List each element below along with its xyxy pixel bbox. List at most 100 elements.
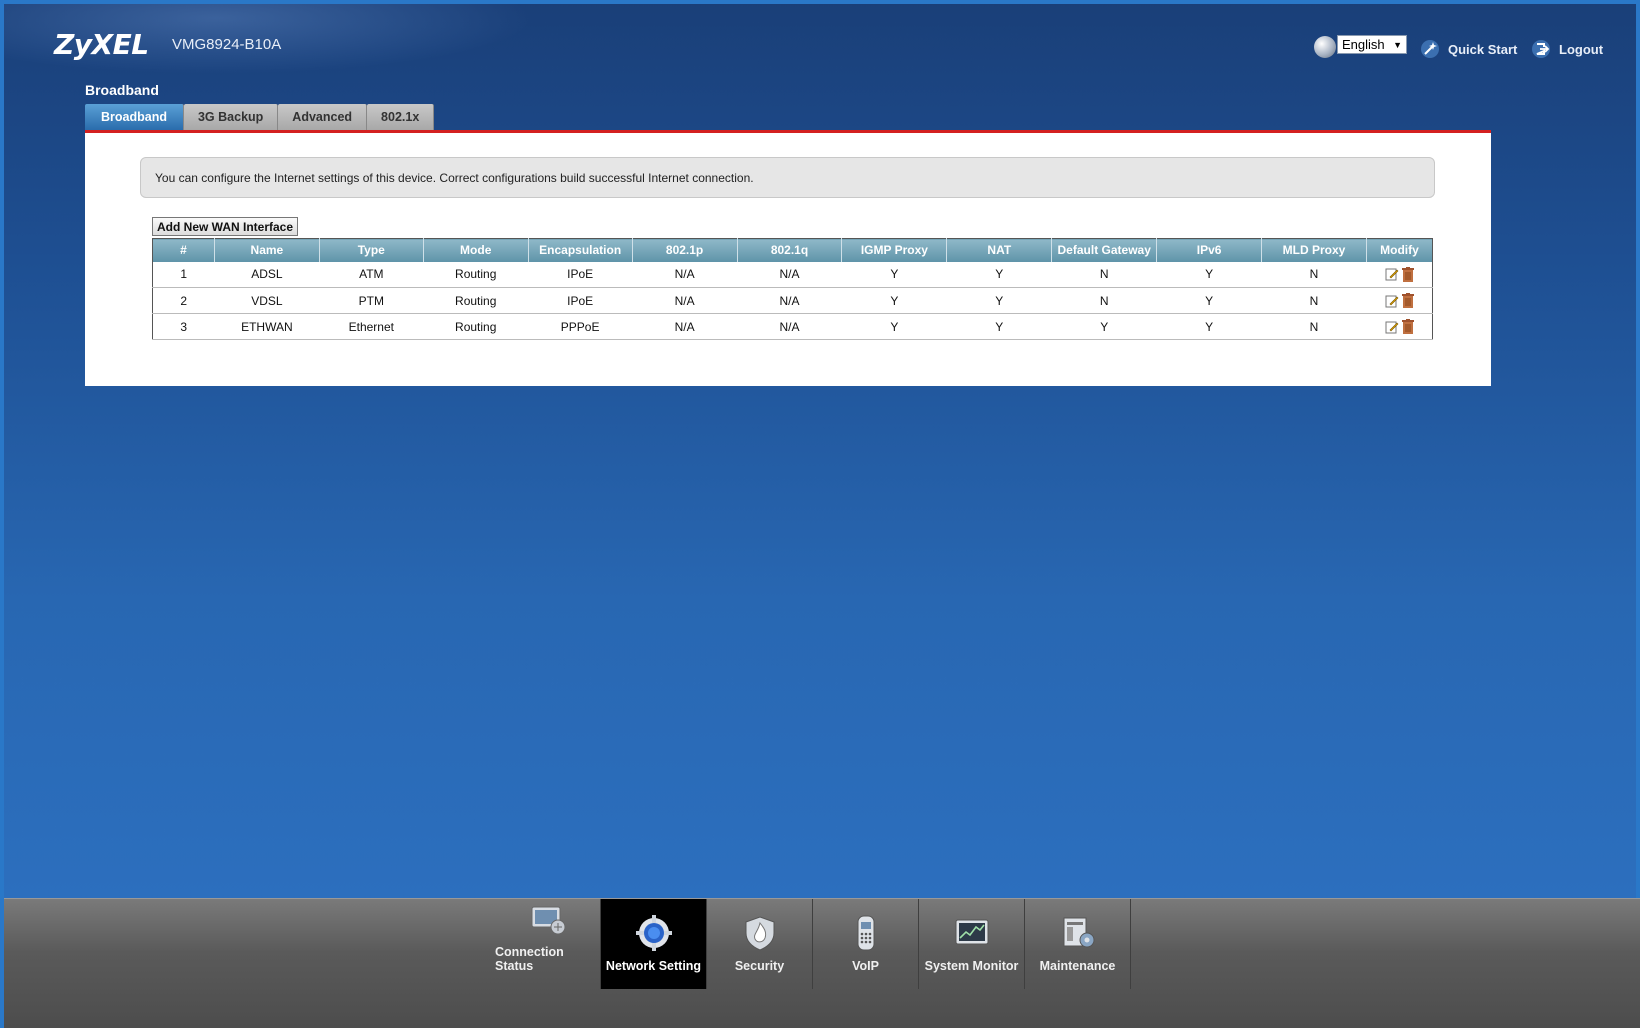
cell-encapsulation: PPPoE bbox=[528, 313, 633, 340]
tools-icon bbox=[1063, 917, 1094, 948]
edit-icon[interactable] bbox=[1385, 320, 1399, 334]
nav-connection-status[interactable]: Connection Status bbox=[495, 899, 601, 989]
cell-type: ATM bbox=[319, 261, 424, 288]
tab-advanced[interactable]: Advanced bbox=[278, 104, 368, 130]
logout-icon bbox=[1532, 40, 1550, 58]
logout-link[interactable]: Logout bbox=[1531, 39, 1603, 59]
col-default-gateway: Default Gateway bbox=[1051, 238, 1158, 262]
cell-ipv6: Y bbox=[1156, 261, 1262, 288]
cell-ipv6: Y bbox=[1156, 313, 1262, 340]
nav-label: Security bbox=[734, 959, 785, 973]
cell-name: ADSL bbox=[214, 261, 320, 288]
cell-8021q: N/A bbox=[737, 261, 842, 288]
trash-icon[interactable] bbox=[1401, 266, 1414, 282]
model-name: VMG8924-B10A bbox=[172, 36, 282, 53]
bottom-nav-bar: Connection Status Network Setting Securi… bbox=[4, 898, 1640, 1028]
col-ipv6: IPv6 bbox=[1156, 238, 1263, 262]
tab-bar: Broadband 3G Backup Advanced 802.1x bbox=[85, 104, 435, 130]
nav-label: VoIP bbox=[852, 959, 879, 973]
globe-icon bbox=[1314, 36, 1336, 58]
cell-8021p: N/A bbox=[632, 261, 738, 288]
cell-mld-proxy: N bbox=[1261, 261, 1367, 288]
nav-label: System Monitor bbox=[924, 959, 1019, 973]
cell-default-gateway: N bbox=[1051, 287, 1157, 314]
trash-icon[interactable] bbox=[1401, 293, 1414, 309]
table-row: 1 ADSL ATM Routing IPoE N/A N/A Y Y N Y … bbox=[152, 261, 1433, 288]
nav-label: Connection Status bbox=[495, 945, 564, 973]
cell-igmp-proxy: Y bbox=[841, 313, 947, 340]
cell-igmp-proxy: Y bbox=[841, 287, 947, 314]
edit-icon[interactable] bbox=[1385, 267, 1399, 281]
cell-encapsulation: IPoE bbox=[528, 261, 633, 288]
header: ZyXEL VMG8924-B10A English ▼ Quick Start… bbox=[4, 4, 1636, 84]
wan-table: # Name Type Mode Encapsulation 802.1p 80… bbox=[152, 238, 1433, 340]
col-8021p: 802.1p bbox=[632, 238, 738, 262]
trash-icon[interactable] bbox=[1401, 319, 1414, 335]
col-igmp-proxy: IGMP Proxy bbox=[841, 238, 948, 262]
tab-3g-backup[interactable]: 3G Backup bbox=[183, 104, 279, 130]
cell-mode: Routing bbox=[423, 261, 529, 288]
chevron-down-icon: ▼ bbox=[1393, 39, 1402, 50]
cell-igmp-proxy: Y bbox=[841, 261, 947, 288]
cell-8021q: N/A bbox=[737, 313, 842, 340]
zyxel-logo: ZyXEL bbox=[54, 28, 149, 61]
col-index: # bbox=[152, 238, 215, 262]
cell-index: 3 bbox=[152, 313, 215, 340]
col-mode: Mode bbox=[423, 238, 529, 262]
content-panel: You can configure the Internet settings … bbox=[85, 133, 1491, 386]
cell-default-gateway: Y bbox=[1051, 313, 1157, 340]
nav-network-setting[interactable]: Network Setting bbox=[601, 899, 707, 989]
language-select[interactable]: English ▼ bbox=[1337, 35, 1407, 54]
cell-mode: Routing bbox=[423, 313, 529, 340]
cell-ipv6: Y bbox=[1156, 287, 1262, 314]
col-name: Name bbox=[214, 238, 320, 262]
cell-nat: Y bbox=[946, 287, 1052, 314]
cell-8021q: N/A bbox=[737, 287, 842, 314]
add-wan-interface-button[interactable]: Add New WAN Interface bbox=[152, 217, 299, 236]
nav-voip[interactable]: VoIP bbox=[813, 899, 919, 989]
cell-mld-proxy: N bbox=[1261, 287, 1367, 314]
cell-default-gateway: N bbox=[1051, 261, 1157, 288]
cell-mld-proxy: N bbox=[1261, 313, 1367, 340]
wizard-icon bbox=[1421, 40, 1439, 58]
col-encapsulation: Encapsulation bbox=[528, 238, 633, 262]
tab-802-1x[interactable]: 802.1x bbox=[367, 104, 435, 130]
cell-encapsulation: IPoE bbox=[528, 287, 633, 314]
cell-8021p: N/A bbox=[632, 287, 738, 314]
cell-modify bbox=[1366, 287, 1433, 314]
logout-label: Logout bbox=[1559, 41, 1604, 57]
cell-name: VDSL bbox=[214, 287, 320, 314]
table-row: 3 ETHWAN Ethernet Routing PPPoE N/A N/A … bbox=[152, 313, 1433, 340]
col-nat: NAT bbox=[946, 238, 1053, 262]
cell-modify bbox=[1366, 313, 1433, 340]
cell-nat: Y bbox=[946, 313, 1052, 340]
tab-broadband[interactable]: Broadband bbox=[85, 104, 184, 130]
nav-system-monitor[interactable]: System Monitor bbox=[919, 899, 1025, 989]
cell-index: 1 bbox=[152, 261, 215, 288]
monitor-icon bbox=[531, 906, 565, 935]
gear-icon bbox=[635, 915, 672, 951]
cell-8021p: N/A bbox=[632, 313, 738, 340]
language-value: English bbox=[1342, 37, 1385, 52]
chart-icon bbox=[955, 919, 988, 945]
cell-nat: Y bbox=[946, 261, 1052, 288]
col-mld-proxy: MLD Proxy bbox=[1261, 238, 1367, 262]
cell-name: ETHWAN bbox=[214, 313, 320, 340]
page-title: Broadband bbox=[85, 82, 159, 98]
cell-type: PTM bbox=[319, 287, 424, 314]
nav-security[interactable]: Security bbox=[707, 899, 813, 989]
quick-start-link[interactable]: Quick Start bbox=[1420, 39, 1517, 59]
cell-mode: Routing bbox=[423, 287, 529, 314]
col-8021q: 802.1q bbox=[737, 238, 843, 262]
table-row: 2 VDSL PTM Routing IPoE N/A N/A Y Y N Y … bbox=[152, 287, 1433, 314]
col-type: Type bbox=[319, 238, 424, 262]
edit-icon[interactable] bbox=[1385, 294, 1399, 308]
nav-maintenance[interactable]: Maintenance bbox=[1025, 899, 1131, 989]
cell-index: 2 bbox=[152, 287, 215, 314]
quick-start-label: Quick Start bbox=[1448, 41, 1518, 57]
cell-type: Ethernet bbox=[319, 313, 424, 340]
phone-icon bbox=[857, 915, 874, 951]
col-modify: Modify bbox=[1366, 238, 1433, 262]
info-message: You can configure the Internet settings … bbox=[140, 157, 1435, 198]
nav-label: Maintenance bbox=[1039, 959, 1116, 973]
